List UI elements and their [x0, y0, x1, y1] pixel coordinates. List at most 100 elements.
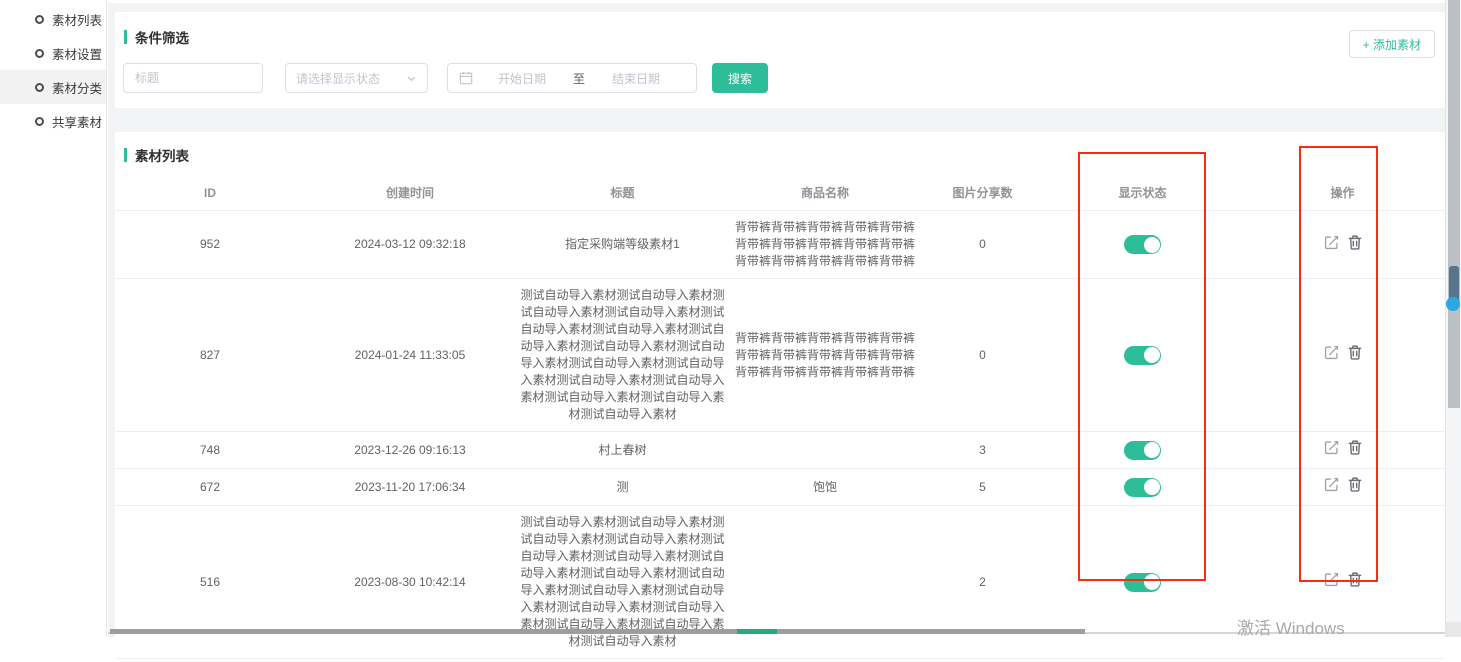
cell-actions: [1240, 211, 1445, 279]
blue-scroll-marker-dot[interactable]: [1446, 297, 1460, 311]
cell-display-status: [1045, 432, 1240, 469]
date-range-picker[interactable]: 开始日期 至 结束日期: [447, 63, 697, 93]
sidebar-item-label: 素材分类: [52, 78, 102, 97]
display-status-toggle[interactable]: [1124, 235, 1161, 254]
cell-created: 2023-12-26 09:16:13: [305, 432, 515, 469]
delete-icon[interactable]: [1348, 345, 1362, 360]
start-date-placeholder[interactable]: 开始日期: [473, 70, 571, 87]
end-date-placeholder[interactable]: 结束日期: [587, 70, 685, 87]
chevron-down-icon: [406, 73, 417, 84]
cell-product: 饱饱: [730, 469, 920, 506]
filter-section-title-text: 条件筛选: [135, 27, 189, 47]
table-header-row: ID 创建时间 标题 商品名称 图片分享数 显示状态 操作: [115, 175, 1445, 211]
delete-icon[interactable]: [1348, 235, 1362, 250]
cell-share-count: 2: [920, 506, 1045, 659]
date-range-separator: 至: [571, 70, 587, 87]
search-button[interactable]: 搜索: [712, 63, 768, 93]
cell-created: 2023-08-30 10:42:14: [305, 506, 515, 659]
sidebar-item-shared-material[interactable]: 共享素材: [0, 104, 106, 138]
column-header-actions: 操作: [1240, 175, 1445, 211]
circle-bullet-icon: [35, 15, 44, 24]
partially-visible-green-element: [737, 629, 777, 634]
material-table-body: 952 2024-03-12 09:32:18 指定采购端等级素材1 背带裤背带…: [115, 211, 1445, 659]
display-status-toggle[interactable]: [1124, 573, 1161, 592]
cell-title: 测试自动导入素材测试自动导入素材测试自动导入素材测试自动导入素材测试自动导入素材…: [515, 279, 730, 432]
material-table: ID 创建时间 标题 商品名称 图片分享数 显示状态 操作 952 2024-0…: [115, 175, 1445, 659]
cell-product: 背带裤背带裤背带裤背带裤背带裤背带裤背带裤背带裤背带裤背带裤背带裤背带裤背带裤背…: [730, 211, 920, 279]
select-placeholder: 请选择显示状态: [296, 70, 380, 87]
sidebar-item-material-settings[interactable]: 素材设置: [0, 36, 106, 70]
edit-icon[interactable]: [1324, 440, 1339, 455]
cell-id: 827: [115, 279, 305, 432]
delete-icon[interactable]: [1348, 477, 1362, 492]
column-header-product: 商品名称: [730, 175, 920, 211]
filter-section-title: 条件筛选: [115, 12, 1445, 47]
cell-title: 测试自动导入素材测试自动导入素材测试自动导入素材测试自动导入素材测试自动导入素材…: [515, 506, 730, 659]
cell-title: 村上春树: [515, 432, 730, 469]
cell-product: 背带裤背带裤背带裤背带裤背带裤背带裤背带裤背带裤背带裤背带裤背带裤背带裤背带裤背…: [730, 279, 920, 432]
table-row: 952 2024-03-12 09:32:18 指定采购端等级素材1 背带裤背带…: [115, 211, 1445, 279]
cell-title: 测: [515, 469, 730, 506]
vertical-scrollbar[interactable]: [1445, 0, 1461, 637]
table-section-title: 素材列表: [115, 132, 1445, 175]
scrollbar-corner: [1446, 622, 1461, 637]
circle-bullet-icon: [35, 83, 44, 92]
cell-created: 2024-03-12 09:32:18: [305, 211, 515, 279]
cell-id: 672: [115, 469, 305, 506]
column-header-display-status: 显示状态: [1045, 175, 1240, 211]
column-header-share-count: 图片分享数: [920, 175, 1045, 211]
horizontal-scrollbar-thumb[interactable]: [110, 629, 1085, 634]
sidebar-item-label: 素材设置: [52, 44, 102, 63]
cell-display-status: [1045, 279, 1240, 432]
cell-share-count: 5: [920, 469, 1045, 506]
edit-icon[interactable]: [1324, 235, 1339, 250]
sidebar-item-material-list[interactable]: 素材列表: [0, 2, 106, 36]
edit-icon[interactable]: [1324, 345, 1339, 360]
sidebar: 素材列表 素材设置 素材分类 共享素材: [0, 0, 107, 637]
section-accent-bar: [124, 148, 127, 162]
material-list-panel: 素材列表 ID 创建时间 标题 商品名称 图片分享数 显示状态 操作 952 2…: [115, 132, 1445, 662]
display-status-toggle[interactable]: [1124, 441, 1161, 460]
cell-display-status: [1045, 211, 1240, 279]
circle-bullet-icon: [35, 49, 44, 58]
table-row: 672 2023-11-20 17:06:34 测 饱饱 5: [115, 469, 1445, 506]
sidebar-item-label: 素材列表: [52, 10, 102, 29]
display-status-select[interactable]: 请选择显示状态: [285, 63, 428, 93]
circle-bullet-icon: [35, 117, 44, 126]
display-status-toggle[interactable]: [1124, 346, 1161, 365]
cell-actions: [1240, 469, 1445, 506]
table-row: 748 2023-12-26 09:16:13 村上春树 3: [115, 432, 1445, 469]
edit-icon[interactable]: [1324, 477, 1339, 492]
edit-icon[interactable]: [1324, 572, 1339, 587]
cell-title: 指定采购端等级素材1: [515, 211, 730, 279]
main-content: 条件筛选 请选择显示状态 开始日期 至 结束日期 搜索 + 添加素材 素材列表: [108, 0, 1445, 637]
cell-share-count: 3: [920, 432, 1045, 469]
top-strip: [108, 0, 1445, 3]
cell-display-status: [1045, 506, 1240, 659]
column-header-title: 标题: [515, 175, 730, 211]
cell-actions: [1240, 279, 1445, 432]
section-accent-bar: [124, 30, 127, 44]
cell-created: 2023-11-20 17:06:34: [305, 469, 515, 506]
table-row: 827 2024-01-24 11:33:05 测试自动导入素材测试自动导入素材…: [115, 279, 1445, 432]
cell-display-status: [1045, 469, 1240, 506]
add-material-button[interactable]: + 添加素材: [1349, 30, 1435, 58]
sidebar-item-material-category[interactable]: 素材分类: [0, 70, 106, 104]
cell-id: 748: [115, 432, 305, 469]
delete-icon[interactable]: [1348, 572, 1362, 587]
calendar-icon: [459, 71, 473, 85]
cell-actions: [1240, 432, 1445, 469]
column-header-id: ID: [115, 175, 305, 211]
table-section-title-text: 素材列表: [135, 145, 189, 165]
filter-panel: 条件筛选 请选择显示状态 开始日期 至 结束日期 搜索 + 添加素材: [115, 12, 1445, 108]
cell-id: 952: [115, 211, 305, 279]
title-filter-input[interactable]: [123, 63, 263, 93]
cell-product: [730, 506, 920, 659]
cell-created: 2024-01-24 11:33:05: [305, 279, 515, 432]
display-status-toggle[interactable]: [1124, 478, 1161, 497]
column-header-created: 创建时间: [305, 175, 515, 211]
delete-icon[interactable]: [1348, 440, 1362, 455]
vertical-scrollbar-thumb[interactable]: [1448, 0, 1460, 408]
cell-share-count: 0: [920, 279, 1045, 432]
cell-id: 516: [115, 506, 305, 659]
